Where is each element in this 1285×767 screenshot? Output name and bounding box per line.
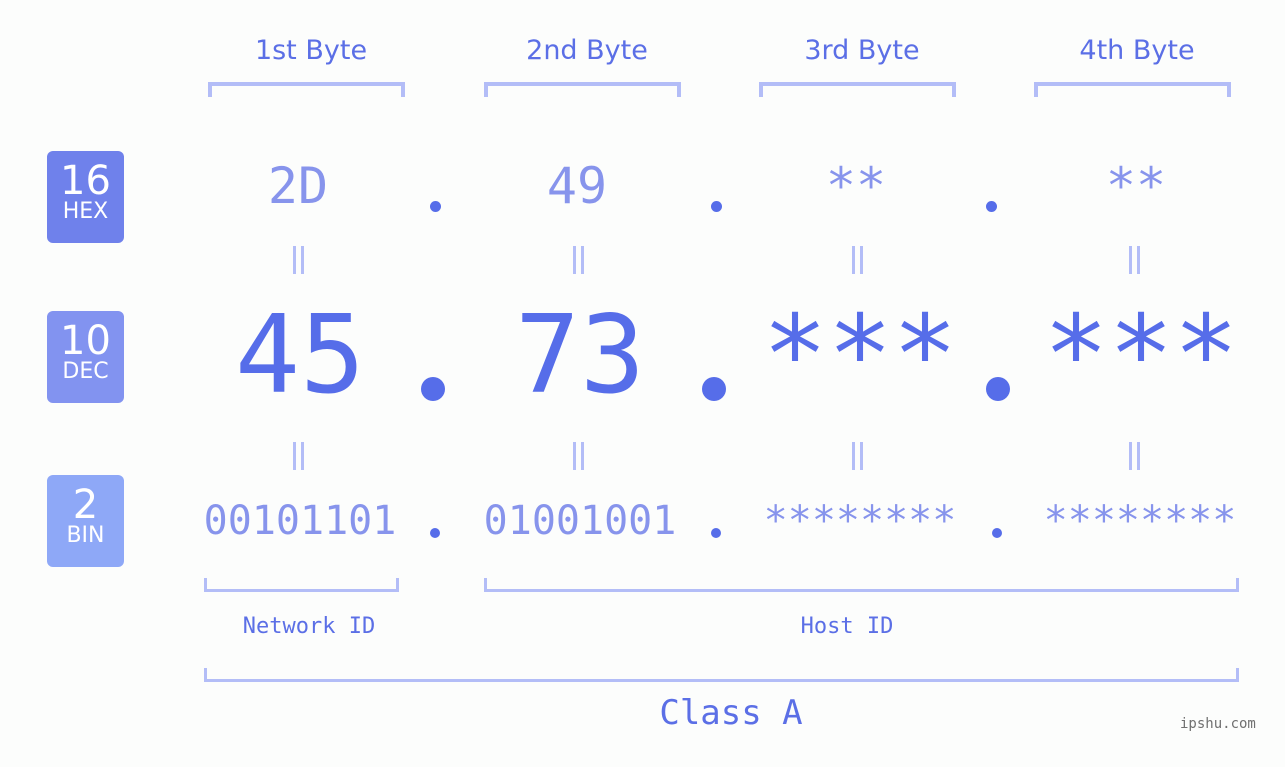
equals-icon	[291, 442, 307, 470]
class-bracket	[204, 668, 1239, 682]
bin-base-name: BIN	[66, 523, 105, 548]
hex-octet-4: **	[1105, 157, 1167, 215]
dec-badge: 10 DEC	[47, 311, 124, 403]
byte-bracket-3	[759, 82, 956, 97]
bin-octet-4: ********	[1043, 498, 1237, 544]
byte-bracket-1	[208, 82, 405, 97]
byte-header-1: 1st Byte	[254, 35, 368, 66]
hex-octet-3: **	[825, 157, 887, 215]
bin-octet-1: 00101101	[203, 498, 397, 544]
host-id-label: Host ID	[800, 614, 894, 639]
equals-icon	[291, 246, 307, 274]
hex-base-number: 16	[60, 158, 111, 204]
watermark: ipshu.com	[1180, 716, 1256, 732]
dec-separator-dot	[986, 377, 1010, 401]
dec-base-name: DEC	[62, 359, 109, 384]
network-id-label: Network ID	[242, 614, 376, 639]
bin-octet-3: ********	[763, 498, 957, 544]
byte-bracket-2	[484, 82, 681, 97]
equals-icon	[571, 442, 587, 470]
class-label: Class A	[659, 693, 803, 733]
byte-header-4: 4th Byte	[1079, 35, 1195, 66]
equals-icon	[850, 246, 866, 274]
dec-separator-dot	[702, 377, 726, 401]
dec-separator-dot	[421, 377, 445, 401]
bin-badge: 2 BIN	[47, 475, 124, 567]
host-id-bracket	[484, 578, 1239, 592]
bin-octet-2: 01001001	[483, 498, 677, 544]
equals-icon	[571, 246, 587, 274]
byte-header-2: 2nd Byte	[526, 35, 648, 66]
byte-header-3: 3rd Byte	[804, 35, 920, 66]
dec-octet-4: ***	[1043, 293, 1239, 418]
bin-separator-dot	[992, 528, 1002, 538]
hex-base-name: HEX	[62, 199, 109, 224]
dec-octet-2: 73	[514, 293, 646, 418]
dec-base-number: 10	[60, 318, 111, 364]
hex-badge: 16 HEX	[47, 151, 124, 243]
hex-separator-dot	[430, 201, 441, 212]
bin-separator-dot	[711, 528, 721, 538]
hex-separator-dot	[986, 201, 997, 212]
bin-separator-dot	[430, 528, 440, 538]
bin-base-number: 2	[72, 482, 99, 528]
hex-octet-2: 49	[546, 157, 608, 215]
equals-icon	[850, 442, 866, 470]
dec-octet-3: ***	[762, 293, 958, 418]
equals-icon	[1127, 442, 1143, 470]
dec-octet-1: 45	[234, 293, 366, 418]
network-id-bracket	[204, 578, 399, 592]
equals-icon	[1127, 246, 1143, 274]
byte-bracket-4	[1034, 82, 1231, 97]
hex-separator-dot	[711, 201, 722, 212]
hex-octet-1: 2D	[267, 157, 329, 215]
